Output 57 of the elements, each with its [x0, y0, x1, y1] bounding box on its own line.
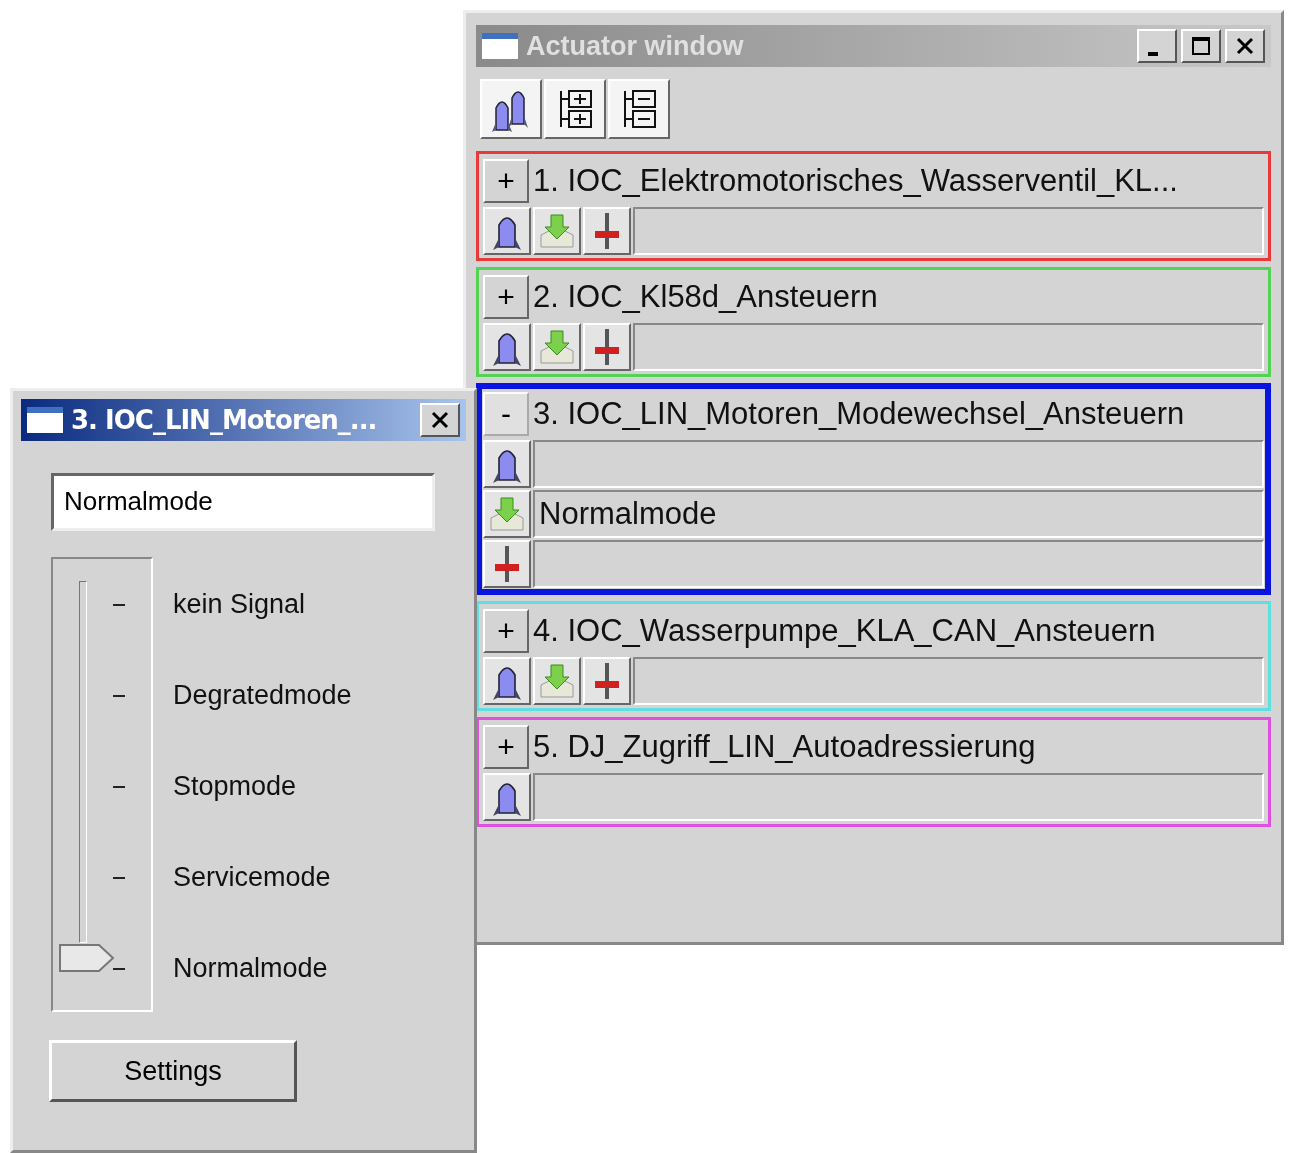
slider-button[interactable]: [583, 323, 631, 371]
mode-label: Stopmode: [173, 771, 297, 802]
close-button[interactable]: [420, 403, 460, 437]
expand-toggle[interactable]: -: [483, 392, 529, 436]
value-field[interactable]: Normalmode: [533, 490, 1264, 538]
mode-label: Normalmode: [173, 953, 328, 984]
mode-field[interactable]: Normalmode: [51, 473, 435, 531]
window-title: 3. IOC_LIN_Motoren_...: [71, 405, 378, 435]
slider-button[interactable]: [583, 207, 631, 255]
download-icon: [537, 211, 577, 251]
window-icon: [482, 33, 518, 59]
download-icon: [537, 661, 577, 701]
minimize-button[interactable]: [1137, 29, 1177, 63]
actuator-group[interactable]: + 2. IOC_Kl58d_Ansteuern: [476, 267, 1271, 377]
download-icon: [487, 494, 527, 534]
run-button[interactable]: [483, 440, 531, 488]
actuator-group[interactable]: + 4. IOC_Wasserpumpe_KLA_CAN_Ansteuern: [476, 601, 1271, 711]
actuator-group[interactable]: + 1. IOC_Elektromotorisches_Wasserventil_KL...: [476, 151, 1271, 261]
window-icon: [27, 407, 63, 433]
slider-thumb[interactable]: [59, 943, 115, 973]
collapse-all-button[interactable]: [608, 79, 670, 139]
actuator-name: 2. IOC_Kl58d_Ansteuern: [533, 279, 878, 315]
slider-button[interactable]: [583, 657, 631, 705]
close-button[interactable]: [1225, 29, 1265, 63]
download-button[interactable]: [533, 207, 581, 255]
download-button[interactable]: [533, 323, 581, 371]
run-all-button[interactable]: [480, 79, 542, 139]
slider-button[interactable]: [483, 540, 531, 588]
actuator-name: 5. DJ_Zugriff_LIN_Autoadressierung: [533, 729, 1036, 765]
mode-label: kein Signal: [173, 589, 306, 620]
actuator-name: 3. IOC_LIN_Motoren_Modewechsel_Ansteuern: [533, 396, 1185, 432]
expand-all-button[interactable]: [544, 79, 606, 139]
maximize-icon: [1190, 35, 1212, 57]
expand-toggle[interactable]: +: [483, 609, 529, 653]
actuator-name: 1. IOC_Elektromotorisches_Wasserventil_KL...: [533, 163, 1178, 199]
run-button[interactable]: [483, 207, 531, 255]
run-button[interactable]: [483, 323, 531, 371]
mode-label: Servicemode: [173, 862, 331, 893]
close-icon: [429, 409, 451, 431]
actuator-group[interactable]: - 3. IOC_LIN_Motoren_Modewechsel_Ansteuern Normalmode: [476, 383, 1271, 595]
download-icon: [537, 327, 577, 367]
expand-toggle[interactable]: +: [483, 725, 529, 769]
settings-button[interactable]: Settings: [49, 1040, 297, 1102]
window-title: Actuator window: [526, 30, 745, 62]
run-button[interactable]: [483, 657, 531, 705]
actuator-group[interactable]: + 5. DJ_Zugriff_LIN_Autoadressierung: [476, 717, 1271, 827]
close-icon: [1234, 35, 1256, 57]
mode-label: Degratedmode: [173, 680, 352, 711]
minimize-icon: [1148, 52, 1158, 56]
download-button[interactable]: [533, 657, 581, 705]
maximize-button[interactable]: [1181, 29, 1221, 63]
expand-toggle[interactable]: +: [483, 159, 529, 203]
slider-track[interactable]: [51, 557, 153, 1012]
actuator-name: 4. IOC_Wasserpumpe_KLA_CAN_Ansteuern: [533, 613, 1156, 649]
run-button[interactable]: [483, 773, 531, 821]
expand-toggle[interactable]: +: [483, 275, 529, 319]
download-button[interactable]: [483, 490, 531, 538]
